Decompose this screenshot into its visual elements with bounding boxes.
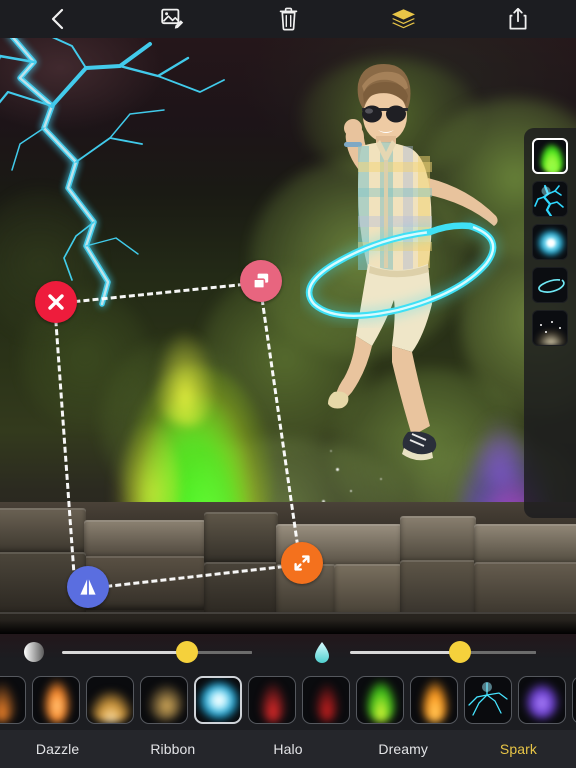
layer-green-flame[interactable] bbox=[532, 138, 568, 174]
resize-handle[interactable] bbox=[281, 542, 323, 584]
photo-subject-person bbox=[300, 60, 510, 470]
effect-thumbnail-strip[interactable] bbox=[0, 670, 576, 730]
bottom-controls: Dazzle Ribbon Halo Dreamy Spark bbox=[0, 634, 576, 768]
opacity-thumb[interactable] bbox=[176, 641, 199, 663]
layers-button[interactable] bbox=[346, 0, 461, 38]
tab-spark[interactable]: Spark bbox=[461, 741, 576, 757]
effect-thumb-6[interactable] bbox=[248, 676, 296, 724]
opacity-track[interactable] bbox=[62, 641, 252, 663]
close-icon bbox=[46, 292, 66, 312]
effect-thumb-9[interactable] bbox=[410, 676, 458, 724]
effect-thumb-2[interactable] bbox=[32, 676, 80, 724]
delete-button[interactable] bbox=[230, 0, 345, 38]
layer-panel[interactable] bbox=[524, 128, 576, 518]
tab-halo[interactable]: Halo bbox=[230, 741, 345, 757]
effect-thumb-12[interactable] bbox=[572, 676, 576, 724]
trash-icon bbox=[279, 7, 298, 31]
flip-horizontal-icon bbox=[77, 576, 99, 598]
delete-handle[interactable] bbox=[35, 281, 77, 323]
effect-thumb-10[interactable] bbox=[464, 676, 512, 724]
effect-thumb-3[interactable] bbox=[86, 676, 134, 724]
hue-track[interactable] bbox=[350, 641, 536, 663]
layer-lightning[interactable] bbox=[532, 181, 568, 217]
image-edit-icon bbox=[161, 8, 185, 30]
editor-canvas[interactable] bbox=[0, 38, 576, 634]
water-drop-icon bbox=[312, 640, 336, 664]
top-toolbar bbox=[0, 0, 576, 38]
app-root: Dazzle Ribbon Halo Dreamy Spark bbox=[0, 0, 576, 768]
edit-image-button[interactable] bbox=[115, 0, 230, 38]
chevron-left-icon bbox=[50, 7, 65, 31]
effect-thumb-4[interactable] bbox=[140, 676, 188, 724]
tab-dreamy[interactable]: Dreamy bbox=[346, 741, 461, 757]
duplicate-icon bbox=[251, 271, 271, 291]
effect-thumb-5[interactable] bbox=[194, 676, 242, 724]
effect-thumb-11[interactable] bbox=[518, 676, 566, 724]
category-tabs[interactable]: Dazzle Ribbon Halo Dreamy Spark bbox=[0, 730, 576, 768]
effect-thumb-1[interactable] bbox=[0, 676, 26, 724]
flip-handle[interactable] bbox=[67, 566, 109, 608]
tab-ribbon[interactable]: Ribbon bbox=[115, 741, 230, 757]
duplicate-handle[interactable] bbox=[240, 260, 282, 302]
layer-sparkle[interactable] bbox=[532, 310, 568, 346]
hue-thumb[interactable] bbox=[448, 641, 471, 663]
effect-thumb-8[interactable] bbox=[356, 676, 404, 724]
gradient-circle-icon bbox=[22, 640, 46, 664]
share-button[interactable] bbox=[461, 0, 576, 38]
tab-dazzle[interactable]: Dazzle bbox=[0, 741, 115, 757]
layer-ribbon[interactable] bbox=[532, 267, 568, 303]
back-button[interactable] bbox=[0, 0, 115, 38]
layer-burst[interactable] bbox=[532, 224, 568, 260]
layers-icon bbox=[390, 7, 417, 31]
opacity-slider[interactable] bbox=[22, 640, 274, 664]
hue-slider[interactable] bbox=[312, 640, 560, 664]
slider-row bbox=[0, 634, 576, 670]
resize-diagonal-icon bbox=[291, 552, 313, 574]
effect-thumb-7[interactable] bbox=[302, 676, 350, 724]
share-icon bbox=[508, 7, 528, 31]
